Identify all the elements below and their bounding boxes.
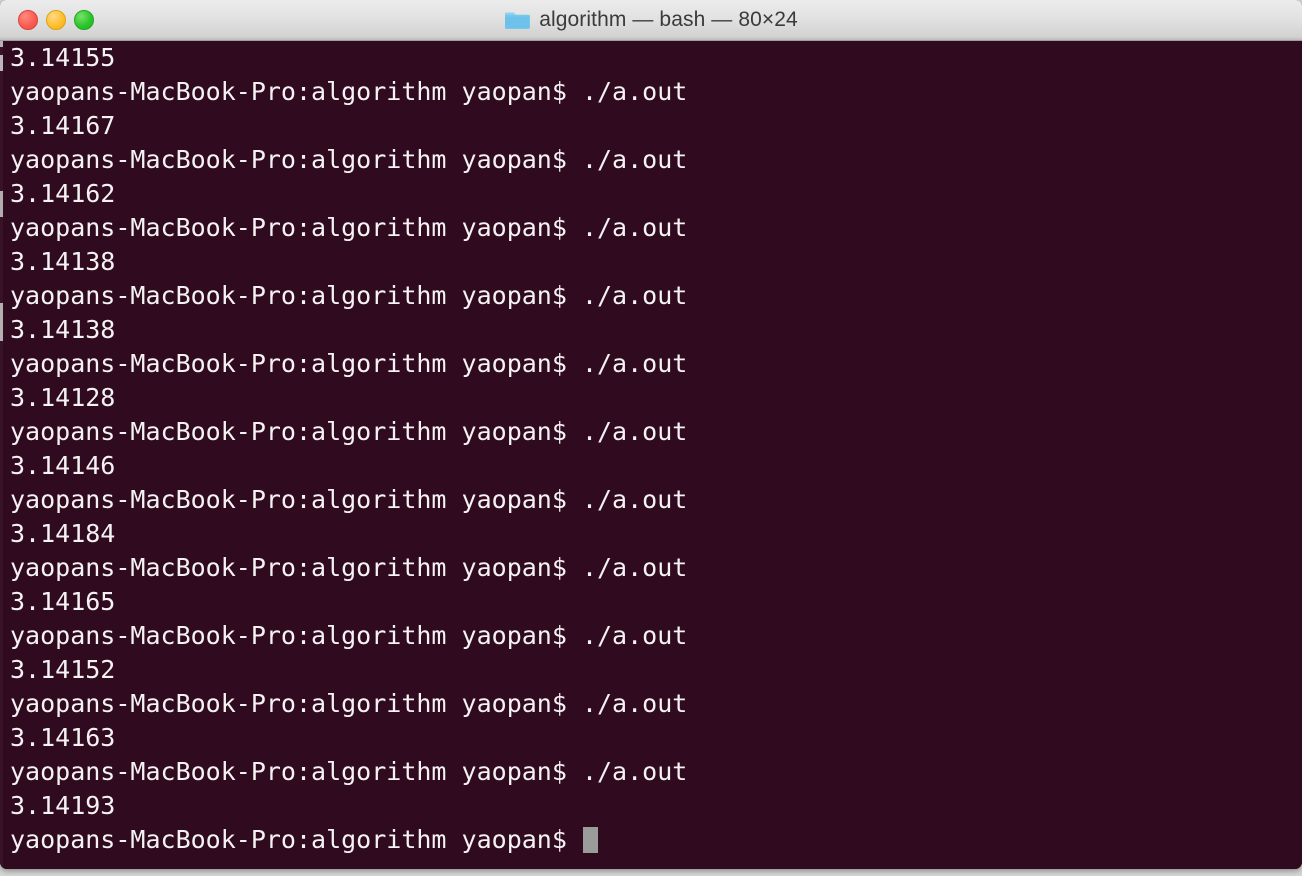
close-button[interactable]: [18, 10, 38, 30]
title-center: algorithm — bash — 80×24: [0, 0, 1302, 40]
terminal-line: yaopans-MacBook-Pro:algorithm yaopan$ ./…: [10, 757, 688, 786]
terminal-line: yaopans-MacBook-Pro:algorithm yaopan$ ./…: [10, 145, 688, 174]
terminal-line: 3.14163: [10, 723, 116, 752]
terminal-screen[interactable]: 3.14155 yaopans-MacBook-Pro:algorithm yao…: [10, 41, 1302, 869]
terminal-line: 3.14165: [10, 587, 116, 616]
terminal-line: yaopans-MacBook-Pro:algorithm yaopan$ ./…: [10, 621, 688, 650]
terminal-line: yaopans-MacBook-Pro:algorithm yaopan$ ./…: [10, 485, 688, 514]
window-controls: [18, 0, 94, 40]
terminal-window: algorithm — bash — 80×24 3.14155 yaopans-…: [0, 0, 1302, 869]
terminal-line: 3.14138: [10, 247, 116, 276]
terminal-output-area[interactable]: 3.14155 yaopans-MacBook-Pro:algorithm yao…: [0, 41, 1302, 869]
terminal-prompt-line: yaopans-MacBook-Pro:algorithm yaopan$: [10, 823, 1302, 857]
terminal-line: 3.14138: [10, 315, 116, 344]
window-title: algorithm — bash — 80×24: [539, 8, 798, 31]
terminal-line: yaopans-MacBook-Pro:algorithm yaopan$ ./…: [10, 281, 688, 310]
terminal-line: yaopans-MacBook-Pro:algorithm yaopan$ ./…: [10, 349, 688, 378]
terminal-line: yaopans-MacBook-Pro:algorithm yaopan$ ./…: [10, 417, 688, 446]
terminal-line: yaopans-MacBook-Pro:algorithm yaopan$ ./…: [10, 77, 688, 106]
minimize-button[interactable]: [46, 10, 66, 30]
terminal-line: 3.14167: [10, 111, 116, 140]
terminal-line: yaopans-MacBook-Pro:algorithm yaopan$ ./…: [10, 213, 688, 242]
terminal-line: 3.14184: [10, 519, 116, 548]
terminal-line: 3.14162: [10, 179, 116, 208]
terminal-line: 3.14128: [10, 383, 116, 412]
terminal-line: yaopans-MacBook-Pro:algorithm yaopan$ ./…: [10, 553, 688, 582]
zoom-button[interactable]: [74, 10, 94, 30]
folder-icon: [504, 10, 531, 30]
title-bar[interactable]: algorithm — bash — 80×24: [0, 0, 1302, 41]
terminal-left-edge: [0, 41, 3, 869]
text-cursor: [582, 827, 598, 853]
terminal-line: 3.14193: [10, 791, 116, 820]
prompt-text: yaopans-MacBook-Pro:algorithm yaopan$: [10, 825, 582, 854]
terminal-line: yaopans-MacBook-Pro:algorithm yaopan$ ./…: [10, 689, 688, 718]
terminal-line: 3.14155: [10, 43, 116, 72]
terminal-line: 3.14146: [10, 451, 116, 480]
terminal-line: 3.14152: [10, 655, 116, 684]
